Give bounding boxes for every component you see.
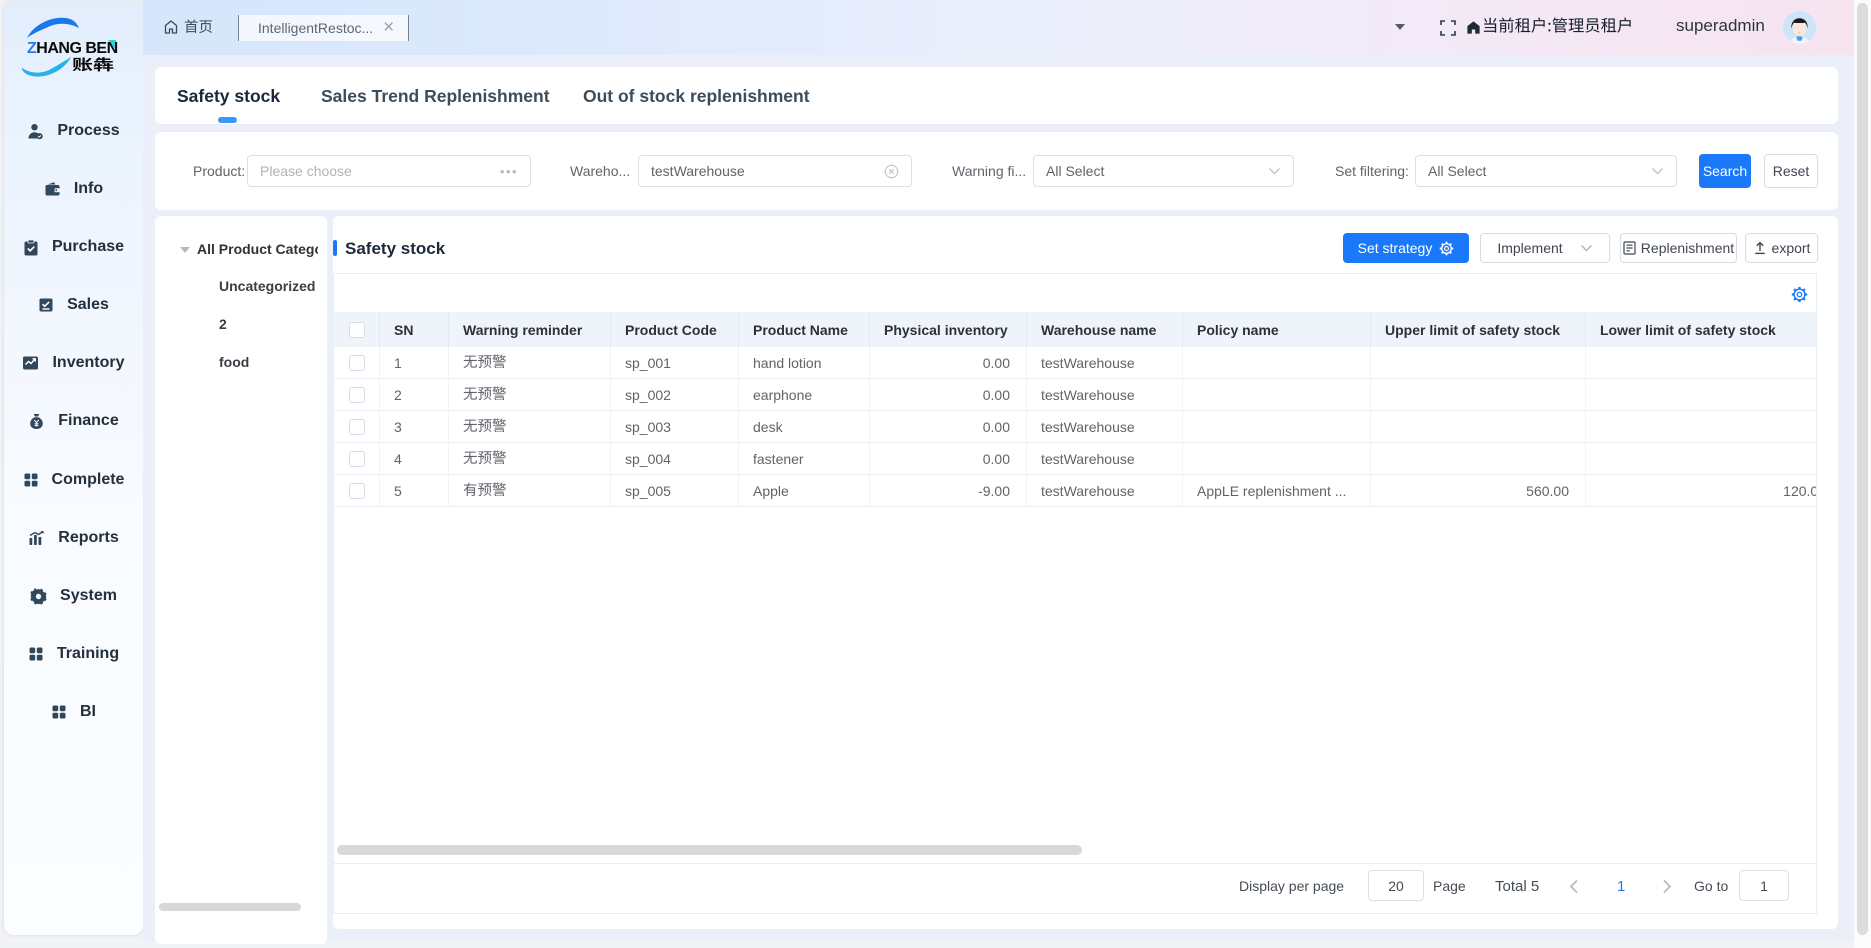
svg-text:ZHANG BEN: ZHANG BEN	[27, 40, 118, 57]
